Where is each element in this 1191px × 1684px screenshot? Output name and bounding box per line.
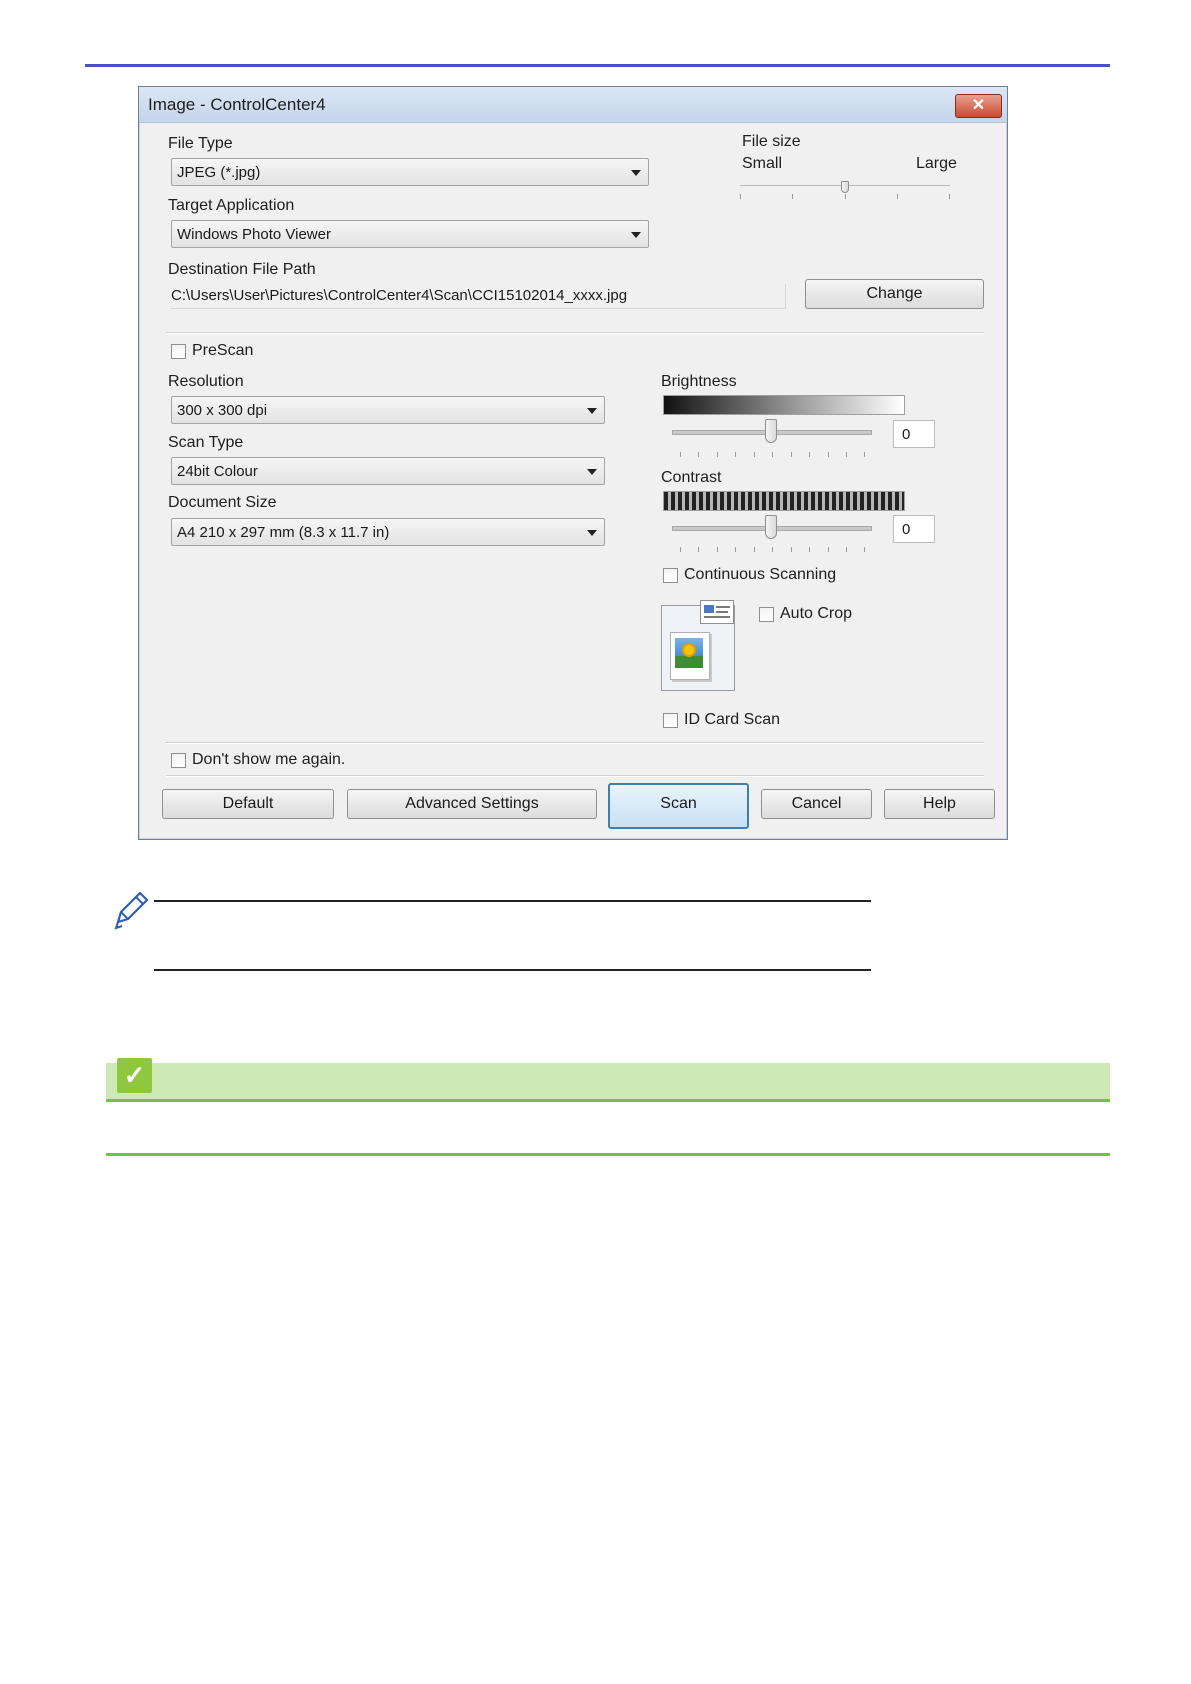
prescan-label: PreScan [192, 342, 254, 359]
separator-middle [166, 742, 984, 744]
brightness-value-field[interactable]: 0 [893, 420, 935, 448]
chevron-down-icon [587, 530, 597, 536]
file-size-slider[interactable] [740, 181, 950, 199]
chevron-down-icon [587, 469, 597, 475]
related-info-rule-top [106, 1099, 1110, 1102]
note-top-rule [154, 900, 871, 902]
controlcenter4-image-dialog: Image - ControlCenter4 ✕ File Type JPEG … [138, 86, 1008, 840]
resolution-label: Resolution [168, 373, 244, 390]
dialog-title: Image - ControlCenter4 [148, 95, 326, 114]
continuous-scanning-label: Continuous Scanning [684, 566, 837, 583]
close-button[interactable]: ✕ [955, 94, 1002, 118]
pencil-icon [110, 890, 150, 930]
file-type-select[interactable]: JPEG (*.jpg) [171, 158, 649, 186]
file-size-small-label: Small [742, 155, 783, 172]
destination-path-label: Destination File Path [168, 261, 316, 278]
id-card-text-line [704, 616, 730, 618]
chevron-down-icon [631, 170, 641, 176]
contrast-slider[interactable] [672, 515, 872, 545]
chevron-down-icon [587, 408, 597, 414]
dont-show-checkbox[interactable] [171, 753, 186, 768]
cancel-button[interactable]: Cancel [761, 789, 872, 819]
id-card-scan-checkbox[interactable] [663, 713, 678, 728]
sunflower-head [682, 643, 696, 657]
brightness-slider[interactable] [672, 419, 872, 449]
auto-crop-illustration-icon [661, 600, 735, 691]
separator-bottom [166, 775, 984, 777]
scan-button[interactable]: Scan [608, 783, 749, 829]
resolution-value: 300 x 300 dpi [177, 402, 268, 419]
help-button[interactable]: Help [884, 789, 995, 819]
auto-crop-checkbox[interactable] [759, 607, 774, 622]
document-size-label: Document Size [168, 494, 277, 511]
file-size-label: File size [742, 133, 801, 150]
scan-type-select[interactable]: 24bit Colour [171, 457, 605, 485]
document-size-select[interactable]: A4 210 x 297 mm (8.3 x 11.7 in) [171, 518, 605, 546]
file-size-ticks [740, 194, 950, 199]
dont-show-label: Don't show me again. [192, 751, 346, 768]
continuous-scanning-checkbox[interactable] [663, 568, 678, 583]
target-application-label: Target Application [168, 197, 295, 214]
scan-type-value: 24bit Colour [177, 463, 258, 480]
change-button[interactable]: Change [805, 279, 984, 309]
destination-path-field[interactable]: C:\Users\User\Pictures\ControlCenter4\Sc… [171, 284, 786, 309]
advanced-settings-button[interactable]: Advanced Settings [347, 789, 597, 819]
target-application-select[interactable]: Windows Photo Viewer [171, 220, 649, 248]
target-application-value: Windows Photo Viewer [177, 226, 331, 243]
related-info-band [106, 1063, 1110, 1099]
contrast-thumb[interactable] [765, 515, 777, 539]
document-size-value: A4 210 x 297 mm (8.3 x 11.7 in) [177, 524, 390, 541]
brightness-label: Brightness [661, 373, 737, 390]
id-card-photo [704, 605, 714, 613]
chevron-down-icon [631, 232, 641, 238]
file-type-value: JPEG (*.jpg) [177, 164, 261, 181]
id-card-text-line [716, 606, 730, 608]
id-card-text-line [716, 611, 728, 613]
sunflower-photo [675, 638, 703, 668]
top-rule [85, 64, 1110, 67]
resolution-select[interactable]: 300 x 300 dpi [171, 396, 605, 424]
separator-top [166, 332, 984, 334]
contrast-pattern-bar [663, 491, 905, 511]
id-card-scan-label: ID Card Scan [684, 711, 781, 728]
file-size-large-label: Large [916, 155, 957, 172]
checkmark-icon: ✓ [117, 1058, 152, 1093]
contrast-value-field[interactable]: 0 [893, 515, 935, 543]
destination-path-value: C:\Users\User\Pictures\ControlCenter4\Sc… [171, 287, 628, 304]
note-bottom-rule [154, 969, 871, 971]
id-card-thumbnail [700, 600, 734, 624]
contrast-label: Contrast [661, 469, 722, 486]
brightness-thumb[interactable] [765, 419, 777, 443]
file-type-label: File Type [168, 135, 233, 152]
file-size-thumb[interactable] [841, 181, 849, 193]
prescan-checkbox[interactable] [171, 344, 186, 359]
default-button[interactable]: Default [162, 789, 334, 819]
related-info-rule-bottom [106, 1153, 1110, 1156]
title-bar: Image - ControlCenter4 ✕ [139, 87, 1007, 123]
brightness-gradient-bar [663, 395, 905, 415]
auto-crop-label: Auto Crop [780, 605, 853, 622]
scan-type-label: Scan Type [168, 434, 244, 451]
contrast-ticks [680, 547, 865, 552]
brightness-ticks [680, 452, 865, 457]
photo-sheet [670, 632, 710, 680]
